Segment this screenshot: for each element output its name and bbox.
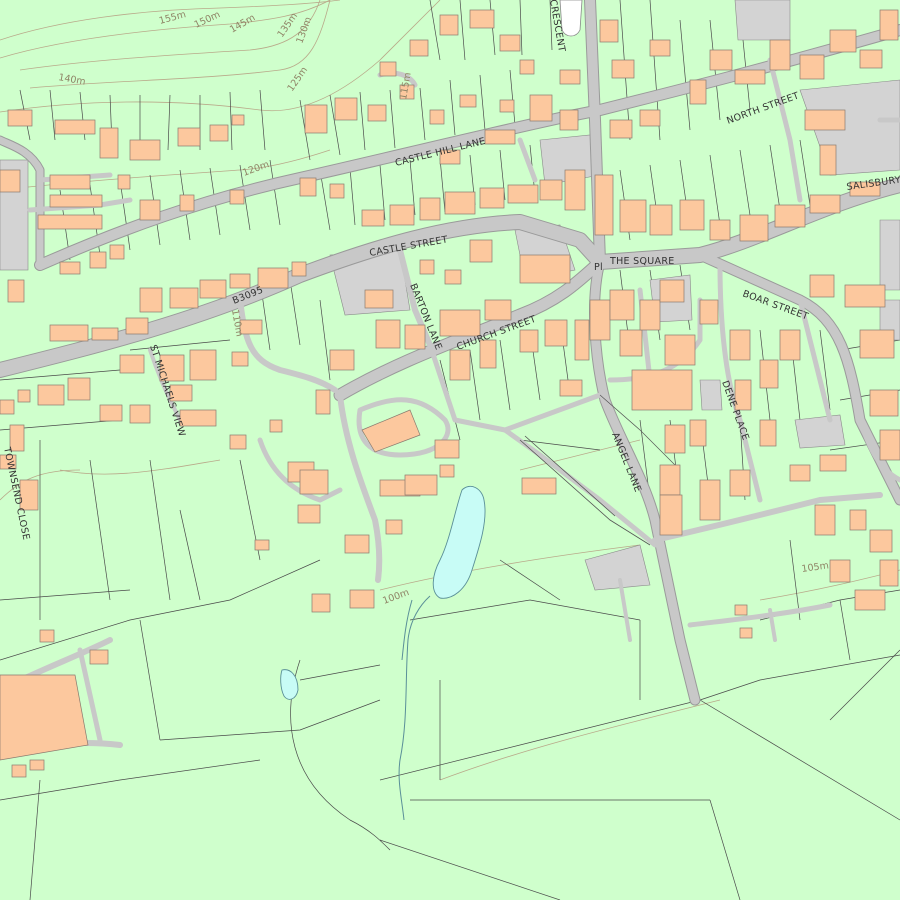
contour-label-120: 120m <box>241 159 271 179</box>
contour-lines <box>0 0 900 781</box>
contour-label-155: 155m <box>158 9 187 27</box>
field-boundaries <box>0 439 900 900</box>
contour-label-150: 150m <box>193 9 222 31</box>
water-features <box>280 486 486 821</box>
contour-label-105: 105m <box>801 560 830 575</box>
street-label-pl: Pl <box>594 262 603 273</box>
contour-label-100: 100m <box>381 587 411 607</box>
street-label-the-square: THE SQUARE <box>609 256 675 267</box>
os-map-svg: 155m 150m 145m 135m 130m 140m 125m 115m … <box>0 0 900 900</box>
contour-label-125: 125m <box>285 65 310 94</box>
map-canvas[interactable]: 155m 150m 145m 135m 130m 140m 125m 115m … <box>0 0 900 900</box>
street-label-north-street: NORTH STREET <box>725 90 800 126</box>
contour-label-145: 145m <box>228 12 257 35</box>
buildings <box>0 9 900 778</box>
